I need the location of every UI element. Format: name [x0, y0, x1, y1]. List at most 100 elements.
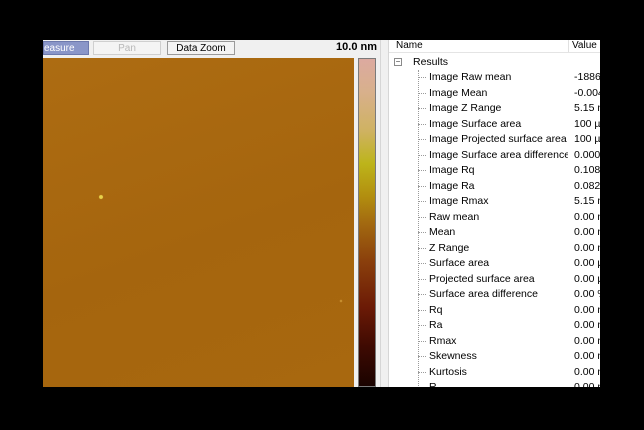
tree-branch-line: [418, 232, 426, 233]
result-name: Ra: [429, 319, 443, 331]
measure-button[interactable]: easure: [43, 41, 89, 55]
result-value: -1886: [574, 71, 600, 83]
result-name: Raw mean: [429, 210, 480, 223]
result-value: 0.00 n: [574, 241, 600, 254]
result-row[interactable]: Surface area 0.00 µ: [389, 256, 600, 272]
result-row[interactable]: Rmax 0.00 n: [389, 334, 600, 350]
tree-branch-line: [418, 185, 426, 187]
result-name: Image Mean: [429, 86, 488, 99]
result-name: Surface area difference: [429, 288, 538, 300]
result-name: Rq: [429, 303, 443, 316]
result-row[interactable]: Z Range 0.00 n: [389, 241, 600, 257]
result-value: 5.15 n: [574, 102, 600, 114]
tree-branch-line: [418, 340, 426, 342]
result-row[interactable]: Mean 0.00 n: [389, 225, 600, 241]
result-name: Image Surface area difference: [429, 148, 568, 161]
result-name: Image Raw mean: [429, 71, 512, 83]
result-value: 0.108: [574, 164, 600, 176]
data-zoom-button[interactable]: Data Zoom: [167, 41, 235, 55]
tree-branch-line: [418, 294, 426, 295]
afm-height-image[interactable]: [43, 58, 354, 387]
result-name: Image Rq: [429, 164, 475, 176]
results-node[interactable]: − Results: [389, 55, 600, 70]
result-row[interactable]: Rq 0.00 n: [389, 303, 600, 319]
result-row[interactable]: Image Raw mean -1886: [389, 70, 600, 86]
result-row[interactable]: Surface area difference 0.00 %: [389, 287, 600, 303]
result-row[interactable]: Projected surface area 0.00 µ: [389, 272, 600, 288]
result-row[interactable]: Image Surface area difference 0.0007: [389, 148, 600, 164]
result-name: Skewness: [429, 350, 477, 362]
result-name: Image Z Range: [429, 102, 502, 114]
tree-branch-line: [418, 216, 426, 218]
result-row[interactable]: Image Ra 0.0828: [389, 179, 600, 195]
results-tree-panel: Name Value − Results Image Raw mean -1886…: [389, 40, 600, 387]
result-name: Projected surface area: [429, 272, 535, 285]
tree-branch-line: [418, 371, 426, 373]
tree-branch-line: [418, 263, 426, 264]
tree-branch-line: [418, 201, 426, 202]
result-value: 0.00 n: [574, 303, 600, 316]
result-value: 0.0007: [574, 148, 600, 161]
result-row[interactable]: Image Rmax 5.15 n: [389, 194, 600, 210]
panel-splitter[interactable]: [380, 40, 389, 387]
tree-branch-line: [418, 154, 426, 156]
tree-branch-line: [418, 92, 426, 94]
column-separator[interactable]: [568, 40, 569, 52]
result-row[interactable]: Image Rq 0.108: [389, 163, 600, 179]
result-name: R: [429, 381, 437, 387]
tree-branch-line: [418, 108, 426, 109]
value-column-header[interactable]: Value: [572, 40, 597, 52]
result-name: Mean: [429, 226, 456, 238]
color-scale-bar: [358, 58, 376, 387]
result-value: 0.00 n: [574, 226, 600, 238]
result-name: Image Surface area: [429, 117, 522, 130]
tree-branch-line: [418, 123, 426, 125]
result-value: -0.004: [574, 86, 600, 99]
tree-branch-line: [418, 309, 426, 311]
collapse-icon[interactable]: −: [394, 58, 402, 66]
color-scale-max-label: 10.0 nm: [336, 41, 377, 53]
result-name: Image Ra: [429, 179, 475, 192]
result-value: 0.00 n: [574, 210, 600, 223]
pan-button[interactable]: Pan: [93, 41, 161, 55]
result-value: 100 µ: [574, 117, 600, 130]
tree-branch-line: [418, 77, 426, 78]
result-value: 0.00 %: [574, 288, 600, 300]
result-row[interactable]: Skewness 0.00 n: [389, 349, 600, 365]
result-name: Surface area: [429, 257, 490, 269]
tree-branch-line: [418, 356, 426, 357]
result-name: Image Rmax: [429, 195, 489, 207]
result-value: 0.00 n: [574, 381, 600, 387]
tree-header: Name Value: [389, 40, 600, 53]
result-value: 0.00 n: [574, 334, 600, 347]
tree-branch-line: [418, 247, 426, 249]
results-node-label: Results: [413, 56, 449, 68]
name-column-header[interactable]: Name: [396, 40, 423, 52]
result-name: Kurtosis: [429, 365, 467, 378]
result-row[interactable]: R 0.00 n: [389, 380, 600, 387]
result-value: 0.0828: [574, 179, 600, 192]
result-row[interactable]: Kurtosis 0.00 n: [389, 365, 600, 381]
result-value: 0.00 n: [574, 365, 600, 378]
image-toolbar: easure Pan Data Zoom 10.0 nm: [43, 40, 383, 57]
result-value: 0.00 n: [574, 350, 600, 362]
tree-branch-line: [418, 325, 426, 326]
result-row[interactable]: Image Surface area 100 µ: [389, 117, 600, 133]
result-name: Rmax: [429, 334, 457, 347]
app-window: easure Pan Data Zoom 10.0 nm Name Value …: [43, 40, 600, 387]
tree-branch-line: [418, 139, 426, 140]
result-value: 0.00 µ: [574, 272, 600, 285]
result-row[interactable]: Image Mean -0.004: [389, 86, 600, 102]
result-value: 0.00 n: [574, 319, 600, 331]
result-name: Z Range: [429, 241, 470, 254]
result-row[interactable]: Image Projected surface area 100 µ: [389, 132, 600, 148]
result-name: Image Projected surface area: [429, 133, 567, 145]
result-value: 5.15 n: [574, 195, 600, 207]
result-row[interactable]: Raw mean 0.00 n: [389, 210, 600, 226]
tree-branch-line: [418, 170, 426, 171]
result-row[interactable]: Image Z Range 5.15 n: [389, 101, 600, 117]
result-row[interactable]: Ra 0.00 n: [389, 318, 600, 334]
result-value: 100 µ: [574, 133, 600, 145]
tree-branch-line: [418, 278, 426, 280]
result-value: 0.00 µ: [574, 257, 600, 269]
